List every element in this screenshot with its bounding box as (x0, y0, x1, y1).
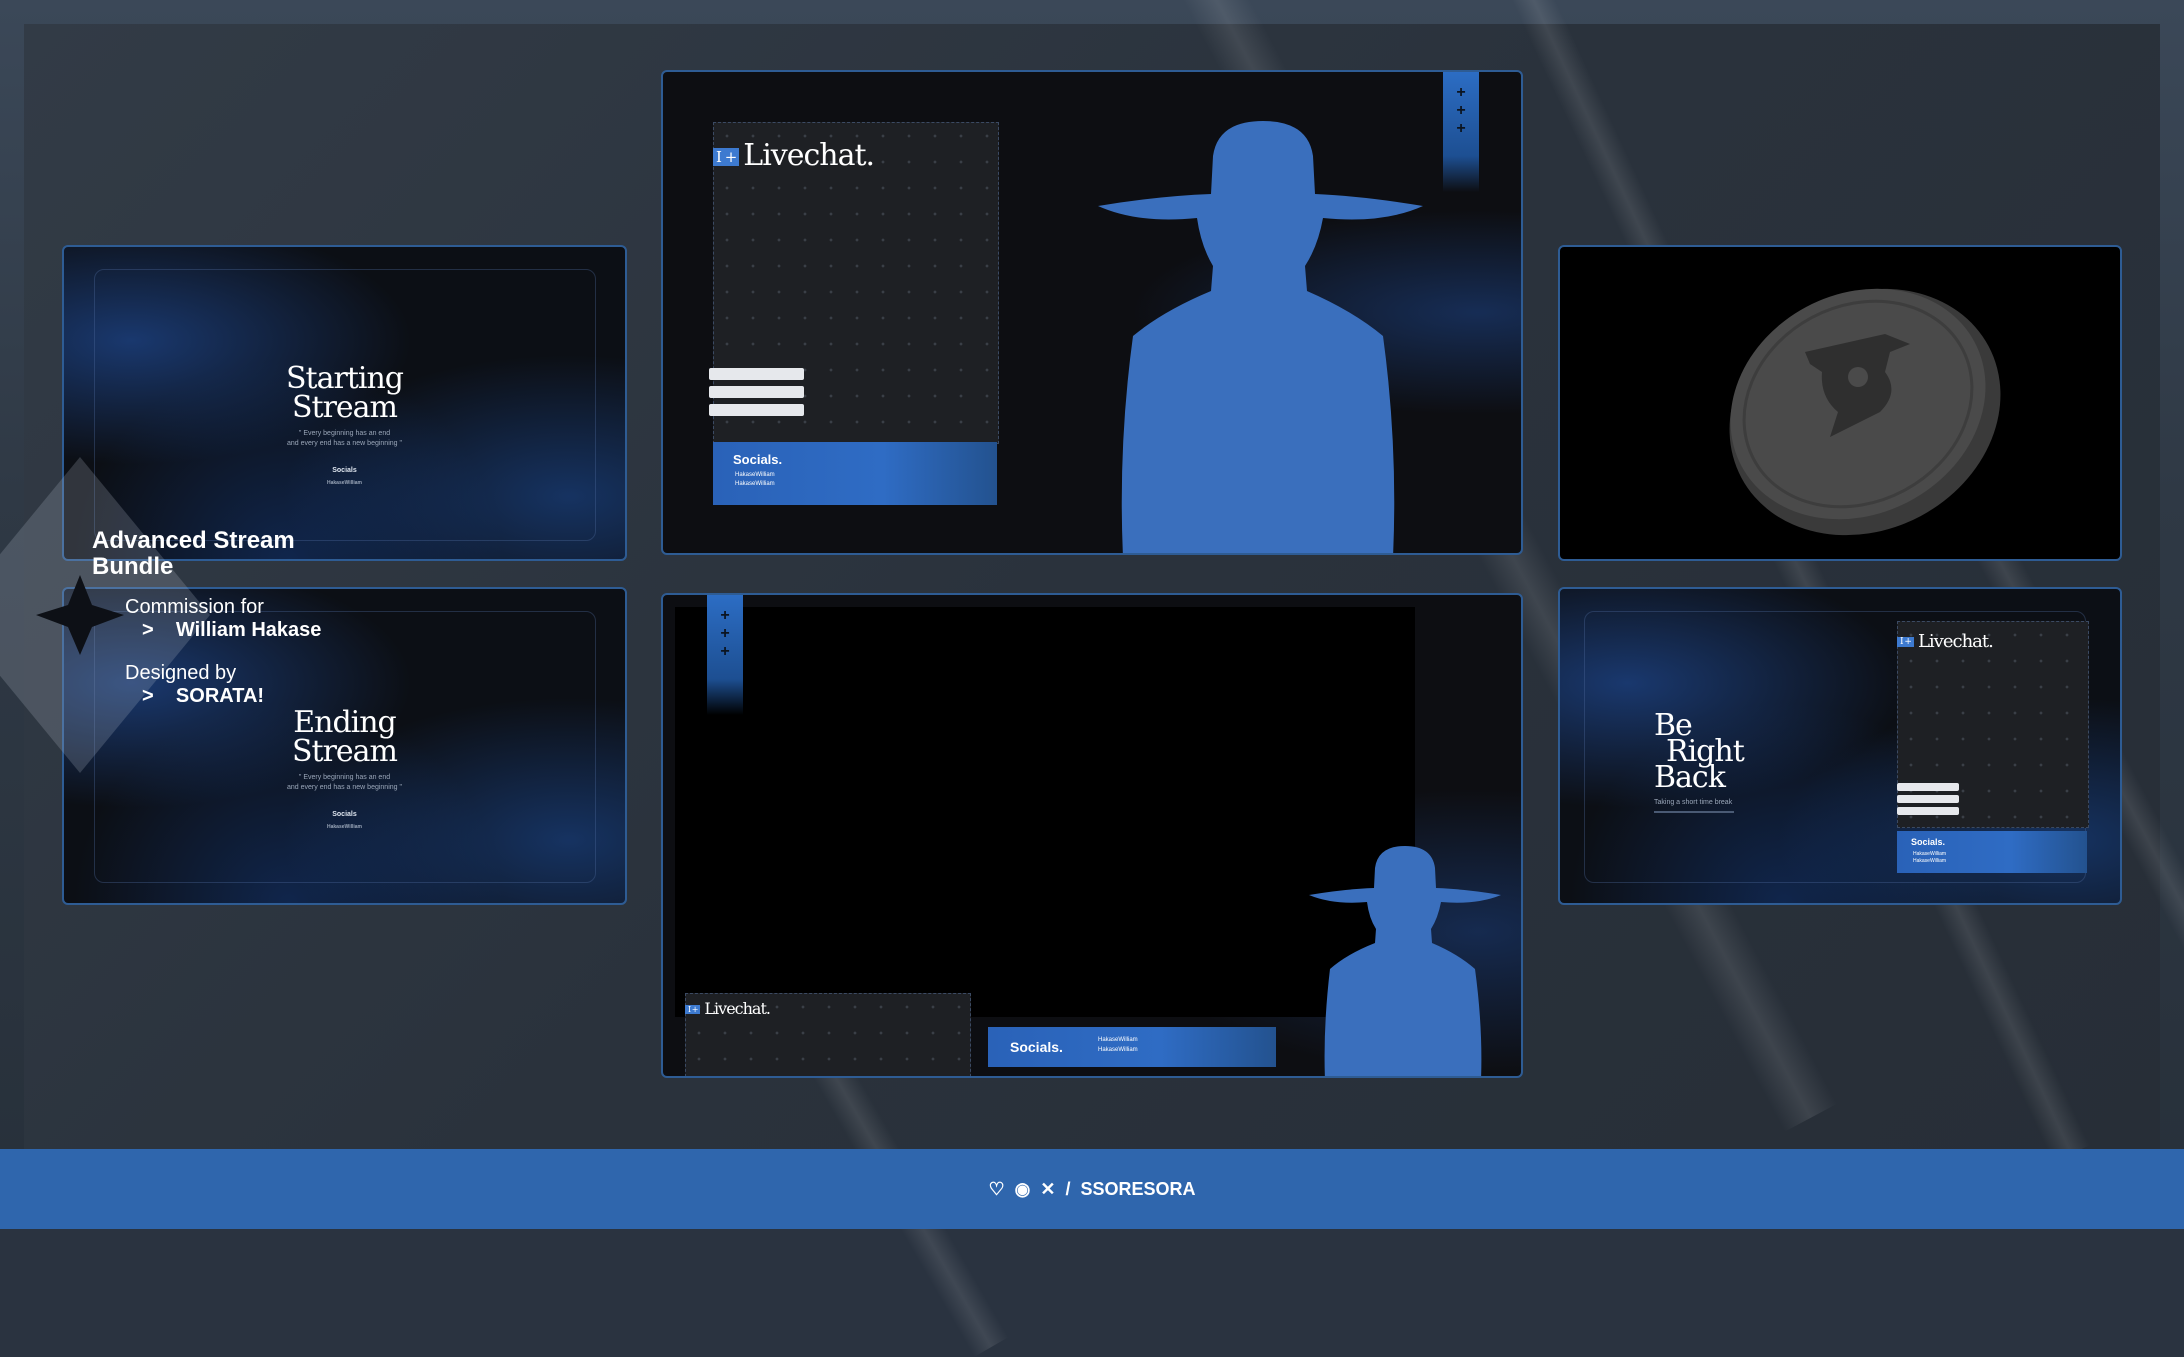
footer-separator: / (1065, 1178, 1071, 1199)
social-handle: HakaseWilliam (1913, 858, 1947, 864)
x-icon[interactable]: ✕ (1040, 1179, 1055, 1200)
social-handle: HakaseWilliam (1098, 1047, 1138, 1053)
ribbon-decoration: + + + (707, 595, 743, 715)
livechat-title-text: Livechat. (1917, 631, 1994, 652)
main-overlay-panel: I + Livechat. Socials. HakaseWilliam Haka… (661, 70, 1523, 555)
brb-title: Be Right Back (1654, 711, 1745, 793)
message-bar (709, 386, 804, 398)
heart-link-icon[interactable]: ♡ (989, 1179, 1005, 1200)
game-overlay-panel: + + + I + Livechat. Socials. HakaseWillia… (661, 593, 1523, 1078)
brb-subtitle: Taking a short time break (1654, 799, 1733, 806)
socials-card: Socials. HakaseWilliam HakaseWilliam (713, 442, 997, 505)
progress-line (1654, 811, 1734, 813)
livechat-title-text: Livechat. (704, 999, 771, 1018)
cowboy-silhouette-icon (1309, 846, 1501, 1076)
livechat-heading: I + Livechat. (713, 138, 875, 173)
quote: " Every beginning has an end and every e… (64, 429, 625, 449)
footer-bar: ♡ ◉ ✕ / SSORESORA (0, 1149, 2184, 1229)
client-name: William Hakase (175, 619, 322, 641)
ribbon-decoration: + + + (1443, 72, 1479, 192)
social-handle: HakaseWilliam (1913, 851, 1947, 857)
cowboy-silhouette-icon (1098, 121, 1423, 553)
ribbon-mark: + (720, 607, 730, 624)
message-bar (1897, 795, 1959, 803)
designer-name: SORATA! (175, 685, 265, 707)
livechat-heading: I + Livechat. (685, 999, 771, 1018)
message-bar (709, 404, 804, 416)
game-capture-area (675, 607, 1415, 1017)
social-handle: HakaseWilliam (735, 481, 775, 487)
socials-label: Socials. (1010, 1039, 1063, 1055)
ribbon-mark: + (720, 643, 730, 660)
livechat-title-text: Livechat. (743, 138, 875, 173)
ribbon-mark: + (720, 625, 730, 642)
designed-label: Designed by (125, 662, 237, 684)
message-bar (1897, 807, 1959, 815)
livechat-mark-icon: I + (713, 148, 740, 166)
coin-panel (1558, 245, 2122, 561)
quote: " Every beginning has an end and every e… (64, 773, 625, 793)
bundle-title: Advanced Stream Bundle (92, 528, 321, 580)
livechat-mark-icon: I + (1897, 637, 1914, 647)
socials-label: Socials. (1911, 837, 1946, 847)
quote-line: " Every beginning has an end (298, 430, 391, 437)
socials-card: Socials. HakaseWilliam HakaseWilliam (988, 1027, 1276, 1067)
arrow: > (142, 685, 154, 707)
socials-label: Socials (332, 811, 357, 818)
social-handle: HakaseWilliam (327, 824, 362, 830)
message-bar (709, 368, 804, 380)
client-row: > William Hakase (142, 619, 321, 642)
ribbon-mark: + (1456, 120, 1466, 137)
bundle-title-line: Advanced Stream (92, 527, 295, 554)
arrow: > (142, 619, 154, 641)
title-line: Stream (291, 389, 398, 425)
social-handle: HakaseWilliam (735, 472, 775, 478)
social-handle: HakaseWilliam (1098, 1037, 1138, 1043)
discord-icon[interactable]: ◉ (1015, 1179, 1031, 1200)
ribbon-mark: + (1456, 84, 1466, 101)
ribbon-mark: + (1456, 102, 1466, 119)
livechat-heading: I + Livechat. (1897, 631, 1994, 652)
message-bar (1897, 783, 1959, 791)
bundle-info: Advanced Stream Bundle Commission for > … (92, 528, 321, 708)
brb-panel: Be Right Back Taking a short time break … (1558, 587, 2122, 905)
coin-logo-icon (1729, 288, 2001, 536)
socials-card: Socials. HakaseWilliam HakaseWilliam (1897, 831, 2087, 873)
quote-line: and every end has a new beginning " (287, 783, 402, 791)
socials-label: Socials. (733, 452, 783, 467)
bundle-title-line: Bundle (92, 553, 174, 580)
livechat-mark-icon: I + (685, 1005, 701, 1014)
starting-title: Starting Stream (64, 364, 625, 425)
footer-handle[interactable]: SSORESORA (1080, 1179, 1195, 1200)
commission-label: Commission for (125, 596, 264, 618)
designer-row: > SORATA! (142, 685, 321, 708)
quote-line: and every end has a new beginning " (287, 439, 402, 447)
